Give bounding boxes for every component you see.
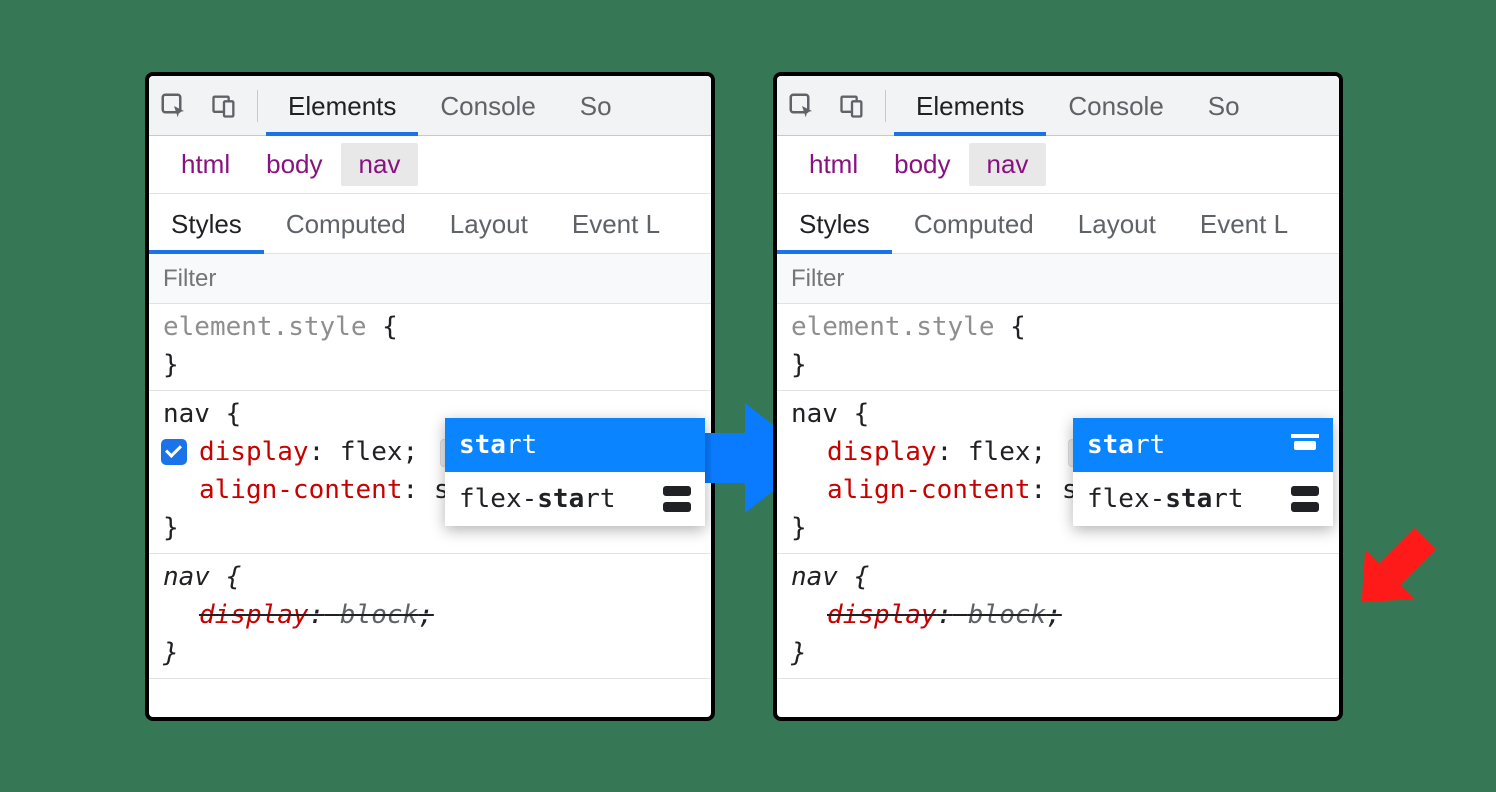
styles-rules: element.style { } nav { display: flex; a… (149, 304, 711, 679)
crumb-body[interactable]: body (248, 143, 340, 186)
selector-nav-ua: nav (163, 562, 210, 592)
subtab-computed[interactable]: Computed (892, 194, 1056, 254)
toolbar-divider (885, 90, 886, 122)
rule-element-style[interactable]: element.style { } (777, 304, 1339, 391)
filter-bar (777, 254, 1339, 304)
styles-subtabs: Styles Computed Layout Event L (149, 194, 711, 254)
filter-input[interactable] (163, 265, 697, 293)
inspect-icon[interactable] (777, 76, 827, 136)
rule-nav[interactable]: nav { display: flex; align-content: star… (777, 391, 1339, 554)
device-toggle-icon[interactable] (827, 76, 877, 136)
property-display-block-overridden: display: block; (163, 596, 697, 634)
tab-elements[interactable]: Elements (266, 76, 418, 136)
crumb-body[interactable]: body (876, 143, 968, 186)
autocomplete-item-start[interactable]: start (1073, 418, 1333, 472)
filter-bar (149, 254, 711, 304)
toolbar-divider (257, 90, 258, 122)
tab-elements[interactable]: Elements (894, 76, 1046, 136)
devtools-panel-after: Elements Console So html body nav Styles… (773, 72, 1343, 721)
callout-arrow-icon (1342, 505, 1452, 620)
property-display-block-overridden: display: block; (791, 596, 1325, 634)
tab-sources-truncated[interactable]: So (1186, 76, 1262, 136)
align-content-start-icon (1291, 434, 1319, 456)
tab-console[interactable]: Console (418, 76, 557, 136)
inspect-icon[interactable] (149, 76, 199, 136)
tab-console[interactable]: Console (1046, 76, 1185, 136)
main-toolbar: Elements Console So (149, 76, 711, 136)
breadcrumb: html body nav (149, 136, 711, 194)
autocomplete-popup: start flex-start (1073, 418, 1333, 526)
styles-subtabs: Styles Computed Layout Event L (777, 194, 1339, 254)
device-toggle-icon[interactable] (199, 76, 249, 136)
rule-nav-useragent[interactable]: nav { display: block; } (149, 554, 711, 679)
crumb-html[interactable]: html (163, 143, 248, 186)
devtools-panel-before: Elements Console So html body nav Styles… (145, 72, 715, 721)
autocomplete-item-start[interactable]: start (445, 418, 705, 472)
subtab-event-listeners-truncated[interactable]: Event L (1178, 194, 1310, 254)
subtab-layout[interactable]: Layout (428, 194, 550, 254)
styles-rules: element.style { } nav { display: flex; a… (777, 304, 1339, 679)
tab-sources-truncated[interactable]: So (558, 76, 634, 136)
subtab-event-listeners-truncated[interactable]: Event L (550, 194, 682, 254)
crumb-nav[interactable]: nav (969, 143, 1047, 186)
align-content-flex-start-icon (1291, 486, 1319, 512)
crumb-nav[interactable]: nav (341, 143, 419, 186)
autocomplete-item-flex-start[interactable]: flex-start (1073, 472, 1333, 526)
property-enabled-checkbox[interactable] (161, 439, 187, 465)
crumb-html[interactable]: html (791, 143, 876, 186)
autocomplete-item-flex-start[interactable]: flex-start (445, 472, 705, 526)
subtab-styles[interactable]: Styles (777, 194, 892, 254)
rule-nav[interactable]: nav { display: flex; align-content: star… (149, 391, 711, 554)
subtab-styles[interactable]: Styles (149, 194, 264, 254)
autocomplete-popup: start flex-start (445, 418, 705, 526)
rule-element-style[interactable]: element.style { } (149, 304, 711, 391)
subtab-computed[interactable]: Computed (264, 194, 428, 254)
rule-nav-useragent[interactable]: nav { display: block; } (777, 554, 1339, 679)
selector-element-style: element.style (791, 312, 995, 342)
align-content-flex-start-icon (663, 486, 691, 512)
filter-input[interactable] (791, 265, 1325, 293)
selector-nav: nav (163, 399, 210, 429)
main-toolbar: Elements Console So (777, 76, 1339, 136)
subtab-layout[interactable]: Layout (1056, 194, 1178, 254)
selector-nav: nav (791, 399, 838, 429)
selector-element-style: element.style (163, 312, 367, 342)
selector-nav-ua: nav (791, 562, 838, 592)
breadcrumb: html body nav (777, 136, 1339, 194)
